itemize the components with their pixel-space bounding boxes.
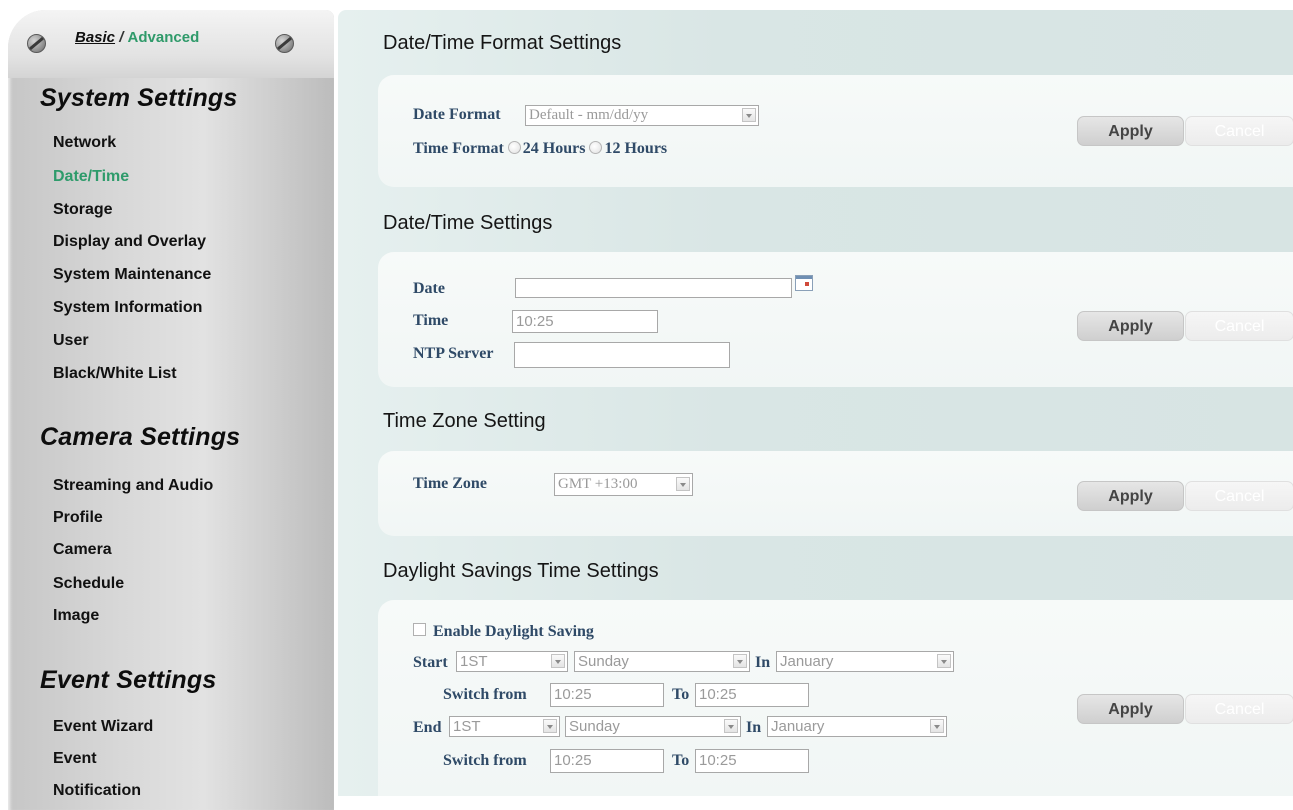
date-input[interactable] [515, 278, 792, 298]
nav-streaming-audio[interactable]: Streaming and Audio [53, 477, 213, 495]
format-cancel-button[interactable]: Cancel [1185, 116, 1293, 146]
nav-storage[interactable]: Storage [53, 201, 113, 219]
dst-heading: Daylight Savings Time Settings [383, 560, 659, 582]
end-in-label: In [746, 719, 762, 736]
end-month-select[interactable]: January [767, 716, 947, 737]
ntp-server-label: NTP Server [413, 345, 494, 362]
time-format-row: Time Format 24 Hours 12 Hours [413, 140, 667, 158]
date-format-label: Date Format [413, 106, 501, 123]
mode-separator: / [119, 29, 124, 46]
nav-black-white-list[interactable]: Black/White List [53, 365, 177, 383]
camera-settings-title: Camera Settings [40, 423, 241, 451]
time-format-label: Time Format [413, 140, 504, 157]
screw-icon [27, 34, 46, 53]
end-month-value: January [771, 718, 825, 735]
chevron-down-icon [551, 654, 565, 668]
chevron-down-icon [543, 719, 557, 733]
datetime-apply-button[interactable]: Apply [1077, 311, 1184, 341]
start-switch-from-input[interactable]: 10:25 [550, 683, 664, 707]
datetime-heading: Date/Time Settings [383, 212, 553, 234]
timezone-apply-button[interactable]: Apply [1077, 481, 1184, 511]
chevron-down-icon [733, 654, 747, 668]
end-day-value: Sunday [569, 718, 620, 735]
timezone-value: GMT +13:00 [558, 476, 638, 492]
nav-event-wizard[interactable]: Event Wizard [53, 718, 153, 736]
format-apply-button[interactable]: Apply [1077, 116, 1184, 146]
date-label: Date [413, 280, 445, 297]
start-week-value: 1ST [460, 653, 488, 670]
start-label: Start [413, 654, 448, 671]
nav-schedule[interactable]: Schedule [53, 575, 124, 593]
enable-dst-label: Enable Daylight Saving [433, 623, 594, 640]
format-heading: Date/Time Format Settings [383, 32, 622, 54]
radio-12-label: 12 Hours [604, 140, 668, 157]
end-to-label: To [672, 752, 690, 769]
mode-toggle: Basic / Advanced [75, 29, 199, 46]
dst-apply-button[interactable]: Apply [1077, 694, 1184, 724]
start-day-select[interactable]: Sunday [574, 651, 750, 672]
time-label: Time [413, 312, 449, 329]
chevron-down-icon [937, 654, 951, 668]
start-month-select[interactable]: January [776, 651, 954, 672]
ntp-server-input[interactable] [514, 342, 730, 368]
nav-system-maintenance[interactable]: System Maintenance [53, 266, 211, 284]
timezone-select[interactable]: GMT +13:00 [554, 473, 693, 496]
end-week-value: 1ST [453, 718, 481, 735]
nav-camera[interactable]: Camera [53, 541, 112, 559]
start-day-value: Sunday [578, 653, 629, 670]
timezone-cancel-button[interactable]: Cancel [1185, 481, 1293, 511]
radio-24-hours[interactable] [507, 141, 521, 154]
chevron-down-icon [676, 477, 690, 491]
dst-cancel-button[interactable]: Cancel [1185, 694, 1293, 724]
nav-network[interactable]: Network [53, 134, 116, 152]
enable-dst-checkbox[interactable] [413, 623, 426, 636]
start-month-value: January [780, 653, 834, 670]
start-to-label: To [672, 686, 690, 703]
nav-event[interactable]: Event [53, 750, 97, 768]
advanced-mode-link[interactable]: Advanced [128, 29, 200, 46]
system-settings-title: System Settings [40, 84, 238, 112]
nav-profile[interactable]: Profile [53, 509, 103, 527]
nav-system-information[interactable]: System Information [53, 299, 202, 317]
radio-12-hours[interactable] [589, 141, 603, 154]
start-week-select[interactable]: 1ST [456, 651, 568, 672]
end-day-select[interactable]: Sunday [565, 716, 741, 737]
chevron-down-icon [930, 719, 944, 733]
end-label: End [413, 719, 442, 736]
start-switch-from-label: Switch from [443, 686, 527, 703]
datetime-cancel-button[interactable]: Cancel [1185, 311, 1293, 341]
screw-icon [275, 34, 294, 53]
timezone-label: Time Zone [413, 475, 487, 492]
end-switch-from-label: Switch from [443, 752, 527, 769]
nav-display-overlay[interactable]: Display and Overlay [53, 233, 206, 251]
event-settings-title: Event Settings [40, 666, 217, 694]
basic-mode-link[interactable]: Basic [75, 29, 115, 46]
nav-user[interactable]: User [53, 332, 89, 350]
date-format-value: Default - mm/dd/yy [529, 107, 649, 123]
chevron-down-icon [742, 108, 756, 122]
end-switch-from-input[interactable]: 10:25 [550, 749, 664, 773]
calendar-icon[interactable] [795, 275, 813, 291]
nav-date-time[interactable]: Date/Time [53, 168, 129, 186]
date-format-select[interactable]: Default - mm/dd/yy [525, 105, 759, 126]
end-to-input[interactable]: 10:25 [695, 749, 809, 773]
timezone-heading: Time Zone Setting [383, 410, 546, 432]
end-week-select[interactable]: 1ST [449, 716, 560, 737]
chevron-down-icon [724, 719, 738, 733]
radio-24-label: 24 Hours [522, 140, 586, 157]
start-to-input[interactable]: 10:25 [695, 683, 809, 707]
nav-image[interactable]: Image [53, 607, 99, 625]
nav-notification[interactable]: Notification [53, 782, 141, 800]
start-in-label: In [755, 654, 771, 671]
time-input[interactable]: 10:25 [512, 310, 658, 333]
